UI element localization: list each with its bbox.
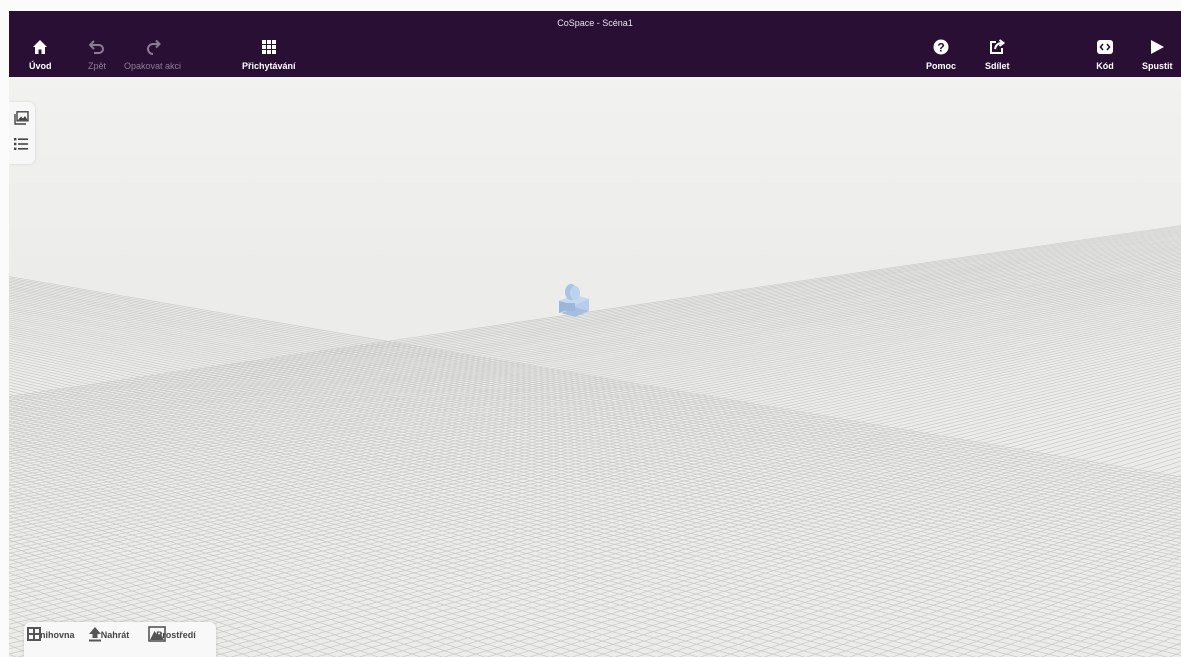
window-title: CoSpace - Scéna1 <box>557 18 633 28</box>
redo-button[interactable]: Opakovat akci <box>124 37 181 73</box>
code-icon <box>1094 37 1116 57</box>
scene-objects <box>559 284 589 317</box>
grid-icon <box>258 37 280 57</box>
home-label: Úvod <box>29 61 52 71</box>
undo-label: Zpět <box>87 61 106 71</box>
list-button[interactable] <box>14 138 30 154</box>
help-icon: ? <box>930 37 952 57</box>
bottom-panel: Knihovna Nahrát Prostředí <box>24 622 216 657</box>
upload-button[interactable]: Nahrát <box>87 626 143 642</box>
undo-icon <box>86 37 108 57</box>
scene-viewport[interactable]: Knihovna Nahrát Prostředí <box>9 77 1181 657</box>
gallery-button[interactable] <box>14 111 30 127</box>
help-label: Pomoc <box>926 61 957 71</box>
scene-object[interactable] <box>559 284 589 317</box>
app-window: CoSpace - Scéna1 Úvod Zpět Opakovat akci <box>9 11 1181 657</box>
undo-button[interactable]: Zpět <box>86 37 108 73</box>
redo-label: Opakovat akci <box>124 61 182 71</box>
snap-button[interactable]: Přichytávání <box>242 37 296 73</box>
help-button[interactable]: ? Pomoc <box>926 37 956 73</box>
top-toolbar: CoSpace - Scéna1 Úvod Zpět Opakovat akci <box>9 11 1181 77</box>
play-icon <box>1146 37 1168 57</box>
snap-label: Přichytávání <box>242 61 296 71</box>
code-label: Kód <box>1096 61 1114 71</box>
left-side-panel <box>9 102 35 164</box>
home-icon <box>29 37 51 57</box>
upload-label: Nahrát <box>100 630 130 640</box>
code-button[interactable]: Kód <box>1094 37 1116 73</box>
share-button[interactable]: Sdílet <box>985 37 1010 73</box>
environment-button[interactable]: Prostředí <box>148 626 204 642</box>
home-button[interactable]: Úvod <box>29 37 52 73</box>
library-button[interactable]: Knihovna <box>26 626 82 641</box>
share-label: Sdílet <box>985 61 1010 71</box>
run-button[interactable]: Spustit <box>1142 37 1173 73</box>
svg-text:?: ? <box>937 41 944 55</box>
share-icon <box>986 37 1008 57</box>
redo-icon <box>142 37 164 57</box>
run-label: Spustit <box>1142 61 1173 71</box>
